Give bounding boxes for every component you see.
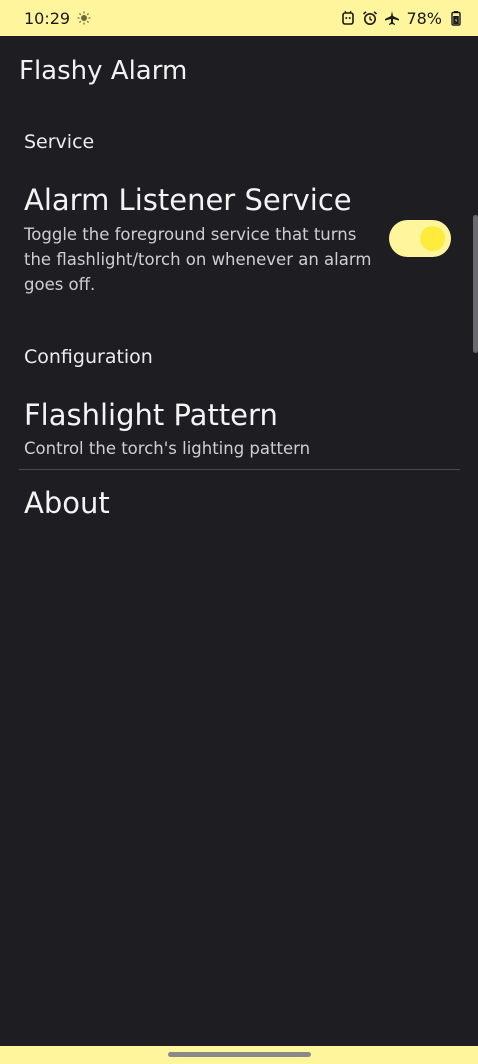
flashlight-pattern-title: Flashlight Pattern xyxy=(24,398,278,432)
status-right: 78% xyxy=(340,9,464,28)
scrollbar[interactable] xyxy=(473,215,478,353)
status-bar: 10:29 78% xyxy=(0,0,478,36)
status-time: 10:29 xyxy=(24,8,71,28)
brightness-icon xyxy=(76,10,92,26)
battery-percent: 78% xyxy=(406,8,442,28)
alarm-listener-switch[interactable] xyxy=(389,220,451,257)
status-left: 10:29 xyxy=(24,9,92,28)
screen: 10:29 78% Flashy Alarm Service Alarm Lis… xyxy=(0,0,478,1064)
airplane-icon xyxy=(384,10,400,26)
alarm-icon xyxy=(362,10,378,26)
android-icon xyxy=(340,10,356,26)
divider xyxy=(19,469,460,470)
alarm-listener-summary: Toggle the foreground service that turns… xyxy=(24,225,372,294)
section-header-configuration: Configuration xyxy=(24,346,153,368)
about-title: About xyxy=(24,486,110,520)
section-header-service: Service xyxy=(24,131,95,153)
battery-icon xyxy=(448,10,464,26)
gesture-handle[interactable] xyxy=(168,1052,311,1057)
alarm-listener-title: Alarm Listener Service xyxy=(24,183,352,217)
flashlight-pattern-summary: Control the torch's lighting pattern xyxy=(24,439,311,458)
switch-thumb xyxy=(420,226,445,251)
navigation-bar xyxy=(0,1046,478,1064)
app-title: Flashy Alarm xyxy=(19,56,188,86)
